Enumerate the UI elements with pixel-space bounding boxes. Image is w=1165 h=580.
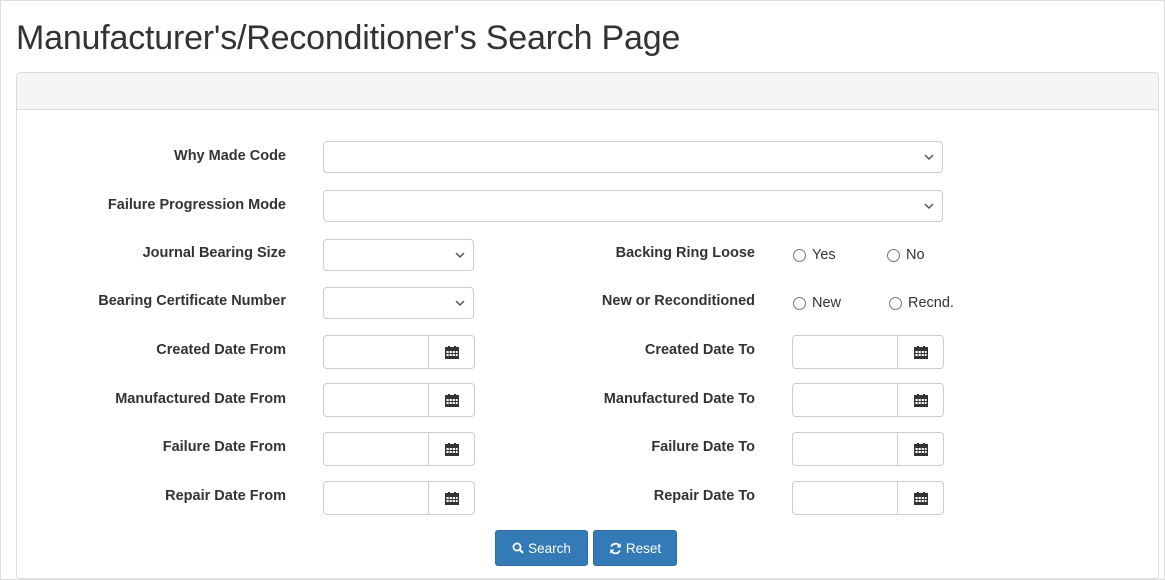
created-date-to-input[interactable]	[792, 335, 898, 369]
recnd-radio[interactable]: Recnd.	[889, 293, 954, 313]
radio-label: No	[906, 247, 925, 263]
created-date-from-label: Created Date From	[156, 342, 286, 358]
radio-label: Yes	[812, 247, 836, 263]
calendar-icon	[913, 491, 928, 505]
calendar-icon	[444, 442, 459, 456]
backing-ring-loose-yes-radio[interactable]: Yes	[793, 245, 836, 265]
bearing-certificate-number-select[interactable]	[323, 287, 474, 319]
calendar-icon	[913, 442, 928, 456]
repair-date-from-input[interactable]	[323, 481, 429, 515]
repair-date-from-calendar-button[interactable]	[428, 481, 475, 515]
radio-circle[interactable]	[889, 296, 902, 310]
page-title: Manufacturer's/Reconditioner's Search Pa…	[16, 19, 681, 57]
failure-date-to-label: Failure Date To	[651, 439, 755, 455]
failure-date-to-calendar-button[interactable]	[897, 432, 944, 466]
failure-progression-mode-label: Failure Progression Mode	[107, 197, 286, 213]
created-date-to-calendar-button[interactable]	[897, 335, 944, 369]
failure-date-to-picker	[792, 432, 944, 466]
created-date-from-picker	[323, 335, 475, 369]
failure-date-to-input[interactable]	[792, 432, 898, 466]
manufactured-date-to-input[interactable]	[792, 383, 898, 417]
failure-progression-mode-select[interactable]	[323, 190, 943, 222]
chevron-down-icon	[455, 252, 465, 259]
created-date-from-input[interactable]	[323, 335, 429, 369]
manufactured-date-from-picker	[323, 383, 475, 417]
why-made-code-label: Why Made Code	[174, 148, 286, 164]
why-made-code-select[interactable]	[323, 141, 943, 173]
manufactured-date-from-calendar-button[interactable]	[428, 383, 475, 417]
chevron-down-icon	[924, 203, 934, 210]
manufactured-date-to-picker	[792, 383, 944, 417]
calendar-icon	[444, 345, 459, 359]
calendar-icon	[444, 393, 459, 407]
calendar-icon	[444, 491, 459, 505]
repair-date-to-input[interactable]	[792, 481, 898, 515]
manufactured-date-to-calendar-button[interactable]	[897, 383, 944, 417]
new-or-reconditioned-label: New or Reconditioned	[601, 293, 755, 309]
failure-date-from-picker	[323, 432, 475, 466]
calendar-icon	[913, 345, 928, 359]
journal-bearing-size-select[interactable]	[323, 239, 474, 271]
panel-heading	[17, 73, 1158, 110]
failure-date-from-input[interactable]	[323, 432, 429, 466]
created-date-to-label: Created Date To	[644, 342, 755, 358]
failure-date-from-label: Failure Date From	[162, 439, 286, 455]
manufactured-date-from-input[interactable]	[323, 383, 429, 417]
created-date-from-calendar-button[interactable]	[428, 335, 475, 369]
repair-date-from-picker	[323, 481, 475, 515]
radio-label: Recnd.	[908, 295, 954, 311]
manufactured-date-from-label: Manufactured Date From	[115, 391, 286, 407]
repair-date-to-calendar-button[interactable]	[897, 481, 944, 515]
radio-circle[interactable]	[793, 248, 806, 262]
repair-date-from-label: Repair Date From	[165, 488, 286, 504]
search-button-label: Search	[528, 540, 571, 556]
radio-circle[interactable]	[793, 296, 806, 310]
chevron-down-icon	[924, 154, 934, 161]
manufactured-date-to-label: Manufactured Date To	[603, 391, 755, 407]
radio-circle[interactable]	[887, 248, 900, 262]
calendar-icon	[913, 393, 928, 407]
backing-ring-loose-no-radio[interactable]: No	[887, 245, 925, 265]
search-button[interactable]: Search	[495, 530, 588, 566]
search-icon	[512, 542, 524, 554]
reset-button[interactable]: Reset	[593, 530, 677, 566]
chevron-down-icon	[455, 300, 465, 307]
failure-date-from-calendar-button[interactable]	[428, 432, 475, 466]
backing-ring-loose-label: Backing Ring Loose	[615, 245, 755, 261]
refresh-icon	[610, 542, 621, 554]
created-date-to-picker	[792, 335, 944, 369]
journal-bearing-size-label: Journal Bearing Size	[142, 245, 286, 261]
bearing-certificate-number-label: Bearing Certificate Number	[98, 293, 286, 309]
radio-label: New	[812, 295, 842, 311]
repair-date-to-label: Repair Date To	[653, 488, 755, 504]
reset-button-label: Reset	[625, 540, 662, 556]
repair-date-to-picker	[792, 481, 944, 515]
new-radio[interactable]: New	[793, 293, 841, 313]
